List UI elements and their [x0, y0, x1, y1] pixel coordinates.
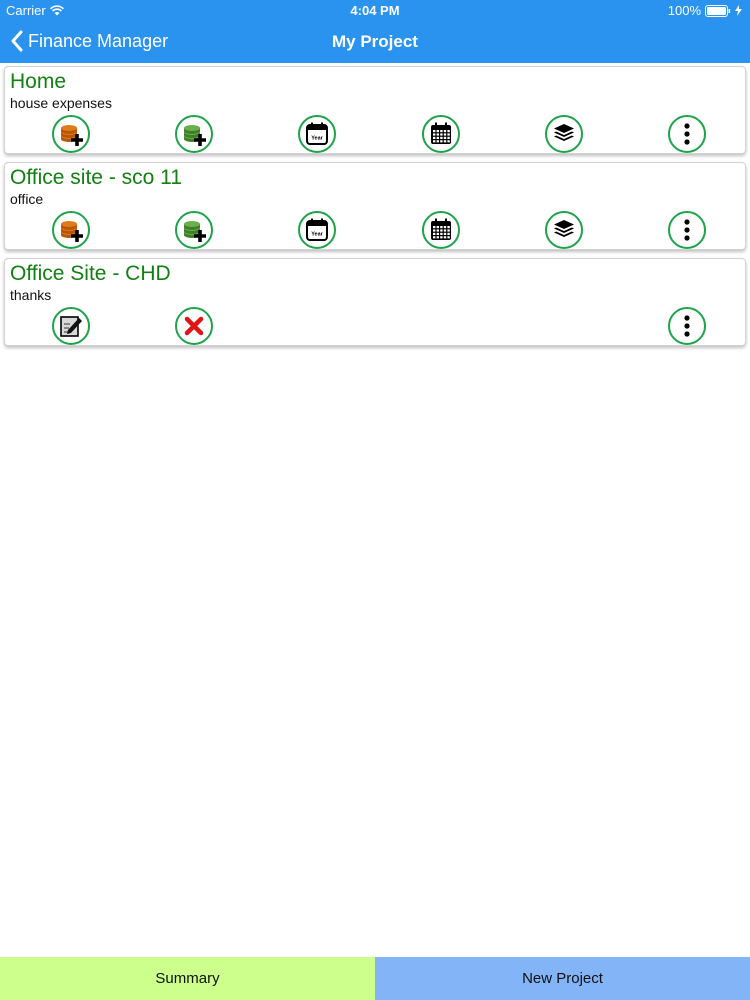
battery-icon	[705, 4, 731, 17]
layers-icon	[554, 124, 574, 141]
back-button-label: Finance Manager	[28, 30, 169, 51]
project-card[interactable]: Office site - sco 11 office Year	[4, 162, 746, 250]
add-income-icon	[61, 221, 83, 242]
summary-button-label: Summary	[155, 970, 220, 987]
new-project-button-label: New Project	[522, 970, 603, 987]
add-income-icon	[61, 125, 83, 146]
project-name: Home	[10, 70, 67, 93]
project-actions: Year	[5, 115, 747, 155]
battery-info: 100%	[668, 3, 742, 18]
top-bar: Carrier 4:04 PM 100% Finance Manager My …	[0, 0, 750, 63]
add-expense-button[interactable]	[175, 211, 213, 249]
delete-icon	[184, 316, 204, 336]
battery-percent: 100%	[667, 3, 701, 18]
layers-button[interactable]	[545, 211, 583, 249]
project-name: Office Site - CHD	[10, 262, 171, 285]
project-card[interactable]: Home house expenses Year	[4, 66, 746, 154]
layers-icon	[554, 220, 574, 237]
edit-icon	[60, 316, 82, 337]
year-calendar-button[interactable]: Year	[298, 115, 336, 153]
add-expense-icon	[184, 125, 206, 146]
add-expense-button[interactable]	[175, 115, 213, 153]
add-income-button[interactable]	[52, 115, 90, 153]
back-button[interactable]: Finance Manager	[10, 30, 168, 52]
year-calendar-icon: Year	[306, 218, 328, 241]
month-calendar-button[interactable]	[422, 211, 460, 249]
project-description: thanks	[10, 287, 52, 303]
navigation-bar: Finance Manager My Project	[0, 22, 750, 63]
month-calendar-icon	[431, 122, 451, 144]
project-description: office	[10, 191, 44, 207]
project-card[interactable]: Office Site - CHD thanks	[4, 258, 746, 346]
project-name: Office site - sco 11	[10, 166, 182, 189]
month-calendar-icon	[431, 218, 451, 240]
more-icon	[684, 315, 690, 337]
project-description: house expenses	[10, 95, 112, 111]
add-income-button[interactable]	[52, 211, 90, 249]
edit-button[interactable]	[52, 307, 90, 345]
more-icon	[684, 219, 690, 241]
year-calendar-button[interactable]: Year	[298, 211, 336, 249]
status-time: 4:04 PM	[350, 3, 400, 18]
more-icon	[684, 123, 690, 145]
project-actions	[5, 307, 747, 347]
more-button[interactable]	[668, 115, 706, 153]
status-bar: Carrier 4:04 PM 100%	[0, 0, 750, 22]
bottom-bar: Summary New Project	[0, 957, 750, 1000]
chevron-left-icon	[11, 30, 23, 52]
project-actions: Year	[5, 211, 747, 251]
layers-button[interactable]	[545, 115, 583, 153]
month-calendar-button[interactable]	[422, 115, 460, 153]
charging-icon	[735, 5, 742, 16]
summary-button[interactable]: Summary	[0, 957, 375, 1000]
project-list: Home house expenses Year Office site - sc…	[0, 63, 750, 354]
add-expense-icon	[184, 221, 206, 242]
year-calendar-icon: Year	[306, 122, 328, 145]
more-button[interactable]	[668, 307, 706, 345]
delete-button[interactable]	[175, 307, 213, 345]
svg-text:Year: Year	[311, 136, 323, 142]
more-button[interactable]	[668, 211, 706, 249]
new-project-button[interactable]: New Project	[375, 957, 750, 1000]
svg-text:Year: Year	[311, 232, 323, 238]
